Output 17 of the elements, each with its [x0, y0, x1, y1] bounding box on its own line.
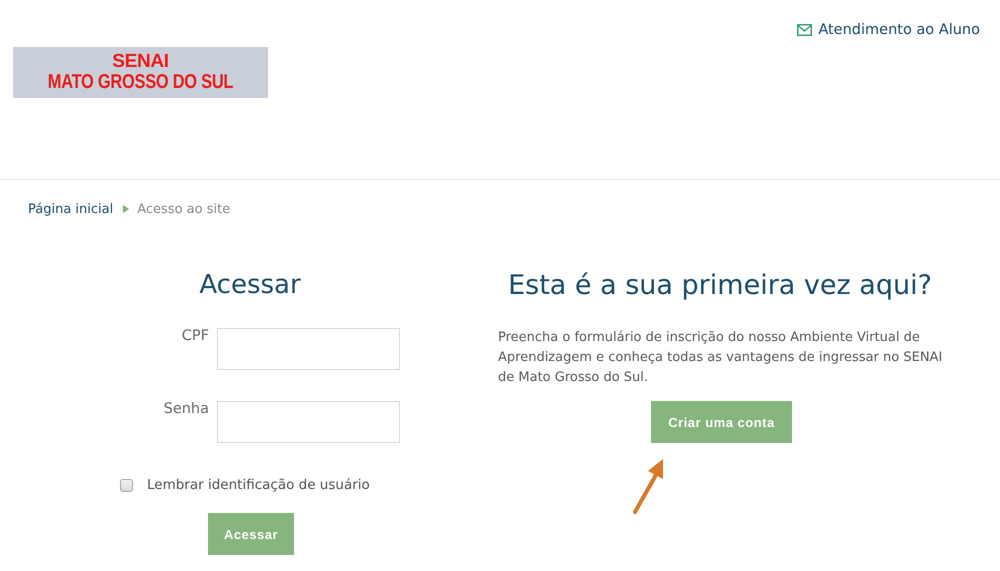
- input-field[interactable]: [217, 401, 400, 443]
- field-label: Senha: [162, 401, 209, 417]
- checkbox-label: Lembrar identificação de usuário: [147, 477, 370, 493]
- login-button[interactable]: Acessar: [208, 513, 294, 555]
- separator-icon: [123, 205, 130, 213]
- logo[interactable]: SENAI MATO GROSSO DO SUL: [13, 47, 268, 98]
- field-label: CPF: [180, 328, 209, 344]
- breadcrumb-link[interactable]: Página inicial: [28, 202, 114, 216]
- breadcrumb-current: Acesso ao site: [137, 202, 230, 216]
- checkbox[interactable]: [120, 478, 133, 492]
- create-account-button[interactable]: Criar uma conta: [651, 401, 792, 443]
- mail-icon: [797, 24, 812, 36]
- input-field[interactable]: [217, 328, 400, 370]
- section-title: Acessar: [198, 270, 302, 302]
- contact-link[interactable]: Atendimento ao Aluno: [797, 22, 980, 38]
- description-text: Preencha o formulário de inscrição do nosso Ambiente Virtual de Aprendizagem e conheça todas as vantagens de ingressar no SENAI de Mato Grosso do Sul.: [498, 329, 943, 387]
- section-title: Esta é a sua primeira vez aqui?: [507, 270, 933, 303]
